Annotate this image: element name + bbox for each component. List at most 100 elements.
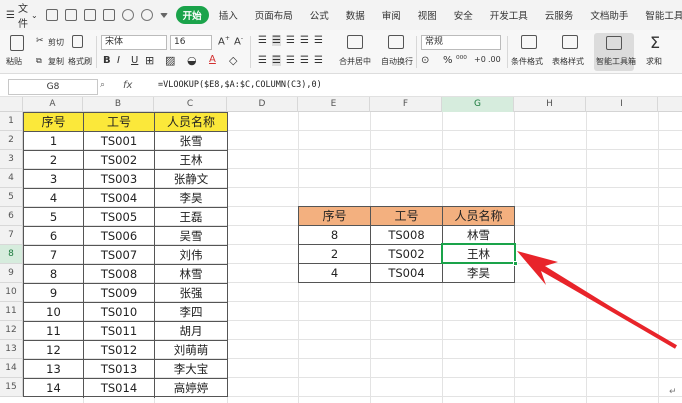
name-box[interactable]: G8 bbox=[8, 79, 98, 95]
table-cell[interactable]: 张静文 bbox=[155, 170, 227, 189]
column-header-a[interactable]: A bbox=[23, 97, 83, 112]
table-cell[interactable]: 8 bbox=[299, 226, 371, 245]
header-cell[interactable]: 序号 bbox=[299, 207, 371, 226]
borders-icon[interactable]: ⊞ bbox=[145, 54, 154, 67]
copy-icon[interactable]: ⧉ bbox=[36, 56, 42, 66]
conditional-format-icon[interactable] bbox=[521, 35, 537, 49]
table-cell[interactable]: 王磊 bbox=[155, 208, 227, 227]
row-header[interactable]: 11 bbox=[0, 302, 23, 321]
currency-icon[interactable]: ⊙ bbox=[421, 55, 429, 66]
table-cell[interactable]: 7 bbox=[24, 246, 84, 265]
conditional-format-button[interactable]: 条件格式 bbox=[511, 56, 543, 67]
align-middle-icon[interactable]: ☰ bbox=[272, 35, 281, 46]
table-cell[interactable]: TS004 bbox=[84, 189, 155, 208]
undo-icon[interactable] bbox=[121, 9, 134, 21]
table-cell[interactable]: 11 bbox=[24, 322, 84, 341]
header-cell[interactable]: 工号 bbox=[84, 113, 155, 132]
table-style-icon[interactable] bbox=[562, 35, 578, 49]
column-header-b[interactable]: B bbox=[83, 97, 154, 112]
fill-color-icon[interactable]: ▨ bbox=[165, 54, 175, 67]
table-cell[interactable]: TS009 bbox=[84, 284, 155, 303]
table-cell[interactable]: TS002 bbox=[84, 151, 155, 170]
font-name-select[interactable]: 宋体 bbox=[101, 35, 167, 50]
align-right-icon[interactable]: ☰ bbox=[286, 55, 295, 66]
bold-icon[interactable]: B bbox=[103, 55, 111, 66]
tab-insert[interactable]: 插入 bbox=[212, 6, 245, 24]
table-cell[interactable]: TS001 bbox=[84, 132, 155, 151]
tab-doc-assistant[interactable]: 文档助手 bbox=[583, 6, 635, 24]
align-center-icon[interactable]: ☰ bbox=[272, 55, 281, 66]
justify-icon[interactable]: ☰ bbox=[300, 55, 309, 66]
decrease-decimal-icon[interactable]: .00 bbox=[488, 55, 501, 64]
tab-data[interactable]: 数据 bbox=[339, 6, 372, 24]
table-cell[interactable]: 1 bbox=[24, 132, 84, 151]
file-menu[interactable]: ☰ 文件 ⌄ bbox=[6, 0, 38, 30]
column-header-c[interactable]: C bbox=[154, 97, 227, 112]
table-cell[interactable]: 李昊 bbox=[155, 189, 227, 208]
row-header[interactable]: 3 bbox=[0, 150, 23, 169]
wrap-text-icon[interactable] bbox=[388, 35, 404, 49]
table-cell[interactable]: 6 bbox=[24, 227, 84, 246]
tab-view[interactable]: 视图 bbox=[411, 6, 444, 24]
table-cell[interactable]: 9 bbox=[24, 284, 84, 303]
table-cell[interactable]: TS013 bbox=[84, 360, 155, 379]
tab-smart-toolbox[interactable]: 智能工具箱 bbox=[638, 6, 682, 24]
tab-page-layout[interactable]: 页面布局 bbox=[248, 6, 300, 24]
decrease-font-icon[interactable]: A- bbox=[234, 35, 243, 47]
distribute-icon[interactable]: ☰ bbox=[314, 55, 323, 66]
table-cell[interactable]: 张强 bbox=[155, 284, 227, 303]
export-icon[interactable] bbox=[102, 9, 115, 21]
tab-security[interactable]: 安全 bbox=[447, 6, 480, 24]
sum-icon[interactable]: Σ bbox=[650, 33, 660, 52]
tab-home[interactable]: 开始 bbox=[175, 6, 209, 24]
table-cell[interactable]: 胡月 bbox=[155, 322, 227, 341]
table-cell[interactable]: 5 bbox=[24, 208, 84, 227]
italic-icon[interactable]: I bbox=[117, 55, 120, 66]
table-cell[interactable]: TS006 bbox=[84, 227, 155, 246]
formula-input[interactable]: =VLOOKUP($E8,$A:$C,COLUMN(C3),0) bbox=[158, 80, 322, 90]
font-size-select[interactable]: 16 bbox=[170, 35, 212, 50]
row-header[interactable]: 7 bbox=[0, 226, 23, 245]
row-header[interactable]: 4 bbox=[0, 169, 23, 188]
column-header-f[interactable]: F bbox=[370, 97, 442, 112]
table-cell[interactable]: 张雪 bbox=[155, 132, 227, 151]
table-cell[interactable]: 刘萌萌 bbox=[155, 341, 227, 360]
table-cell[interactable]: 吴雪 bbox=[155, 227, 227, 246]
scissors-icon[interactable]: ✂ bbox=[36, 36, 44, 46]
row-header[interactable]: 6 bbox=[0, 207, 23, 226]
table-cell[interactable]: TS014 bbox=[84, 379, 155, 398]
row-header[interactable]: 13 bbox=[0, 340, 23, 359]
merge-center-button[interactable]: 合并居中 bbox=[339, 56, 371, 67]
table-cell[interactable]: 李大宝 bbox=[155, 360, 227, 379]
table-cell[interactable]: 李昊 bbox=[443, 264, 514, 283]
header-cell[interactable]: 人员名称 bbox=[155, 113, 227, 132]
format-painter-button[interactable]: 格式刷 bbox=[68, 56, 92, 67]
worksheet-grid[interactable]: 序号 工号 人员名称 1 TS001 张雪 2 TS002 王林 3 TS003 张静文 4 TS0… bbox=[23, 112, 682, 403]
header-cell[interactable]: 工号 bbox=[371, 207, 443, 226]
underline-icon[interactable]: U bbox=[131, 55, 138, 66]
table-cell[interactable]: 4 bbox=[299, 264, 371, 283]
table-cell[interactable]: TS005 bbox=[84, 208, 155, 227]
tab-formulas[interactable]: 公式 bbox=[303, 6, 336, 24]
table-cell[interactable]: 3 bbox=[24, 170, 84, 189]
cut-button[interactable]: 剪切 bbox=[48, 37, 64, 48]
table-cell[interactable]: TS011 bbox=[84, 322, 155, 341]
table-cell[interactable]: TS004 bbox=[371, 264, 443, 283]
table-cell[interactable]: 王林 bbox=[155, 151, 227, 170]
fill-handle[interactable] bbox=[513, 261, 518, 266]
selected-cell-g8[interactable] bbox=[441, 243, 516, 264]
table-cell[interactable]: 李四 bbox=[155, 303, 227, 322]
table-cell[interactable]: 高婷婷 bbox=[155, 379, 227, 398]
align-top-icon[interactable]: ☰ bbox=[258, 35, 267, 46]
magnify-icon[interactable]: ⌕ bbox=[100, 80, 105, 90]
paste-icon[interactable] bbox=[10, 35, 24, 51]
align-bottom-icon[interactable]: ☰ bbox=[286, 35, 295, 46]
copy-button[interactable]: 复制 bbox=[48, 56, 64, 67]
increase-font-icon[interactable]: A+ bbox=[218, 35, 230, 47]
row-header[interactable]: 2 bbox=[0, 131, 23, 150]
tab-cloud[interactable]: 云服务 bbox=[538, 6, 581, 24]
table-cell[interactable]: 12 bbox=[24, 341, 84, 360]
fx-icon[interactable]: fx bbox=[123, 80, 132, 91]
table-cell[interactable]: 2 bbox=[24, 151, 84, 170]
column-header-i[interactable]: I bbox=[586, 97, 658, 112]
